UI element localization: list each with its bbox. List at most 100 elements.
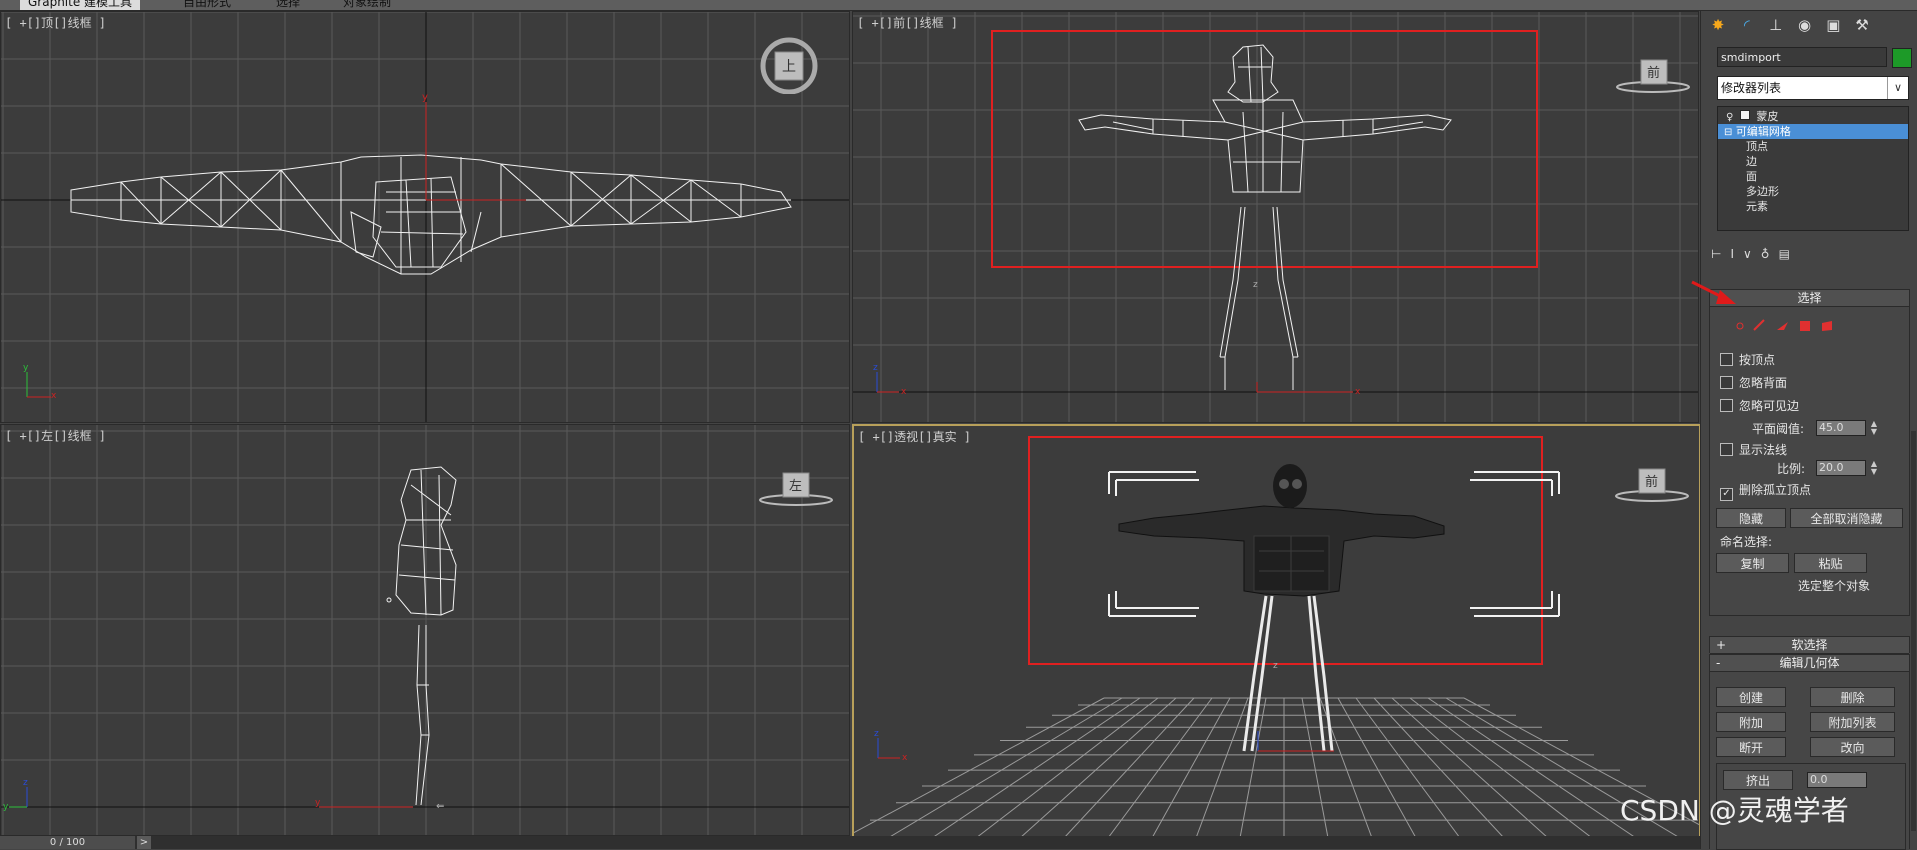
utilities-icon[interactable]: ⚒ xyxy=(1851,14,1873,36)
svg-text:y: y xyxy=(422,92,428,103)
tab-graphite-modeling[interactable]: Graphite 建模工具 xyxy=(20,0,141,10)
annotation-arrow xyxy=(1691,280,1736,304)
element-mode-icon[interactable] xyxy=(1822,321,1832,331)
planar-threshold-label: 平面阈值: xyxy=(1752,422,1805,436)
by-vertex-label: 按顶点 xyxy=(1739,353,1776,367)
command-panel-tabs: ✸ ◜ ⊥ ◉ ▣ ⚒ xyxy=(1707,14,1897,38)
stack-item-skin[interactable]: ♀ 蒙皮 xyxy=(1718,109,1908,124)
ignore-backfacing-checkbox[interactable]: 忽略背面 xyxy=(1720,375,1787,391)
lightbulb-icon[interactable]: ♀ xyxy=(1726,112,1733,123)
stack-item-editable-mesh[interactable]: ⊟ 可编辑网格 xyxy=(1718,124,1908,139)
viewport-perspective[interactable]: z z x [ +[]透视[]真实 ] 前 xyxy=(852,424,1701,840)
ignore-visible-edges-checkbox[interactable]: 忽略可见边 xyxy=(1720,398,1799,414)
soft-selection-rollout: + 软选择 xyxy=(1709,636,1910,654)
front-axis-z: z xyxy=(873,363,878,373)
hierarchy-icon[interactable]: ⊥ xyxy=(1765,14,1787,36)
viewcube-top[interactable]: 上 xyxy=(759,34,819,94)
by-vertex-checkbox[interactable]: 按顶点 xyxy=(1720,352,1775,368)
vertex-mode-icon[interactable] xyxy=(1736,322,1744,330)
delete-isolated-label: 删除孤立顶点 xyxy=(1739,483,1812,497)
polygon-mode-icon[interactable] xyxy=(1800,321,1810,331)
top-grid-svg: y y x xyxy=(1,12,849,422)
attach-list-button[interactable]: 附加列表 xyxy=(1810,712,1895,732)
top-wireframe-model xyxy=(70,154,792,275)
object-color-swatch[interactable] xyxy=(1892,48,1912,68)
modify-icon[interactable]: ◜ xyxy=(1736,14,1758,36)
viewcube-front[interactable]: 前 xyxy=(1613,52,1693,97)
stack-subitem-face[interactable]: 面 xyxy=(1718,169,1908,184)
viewport-top[interactable]: y y x [ +[]顶[]线框 ] 上 xyxy=(0,11,850,423)
subobject-icons xyxy=(1732,316,1842,334)
viewcube-perspective[interactable]: 前 xyxy=(1612,461,1692,506)
tab-object-paint[interactable]: 对象绘制 xyxy=(335,0,399,10)
viewcube-left-face: 左 xyxy=(789,479,803,494)
svg-text:⇐: ⇐ xyxy=(436,801,444,812)
top-axis-x: x xyxy=(51,391,57,401)
soft-selection-title[interactable]: + 软选择 xyxy=(1710,637,1909,654)
persp-viewport-label[interactable]: [ +[]透视[]真实 ] xyxy=(858,428,971,445)
create-button[interactable]: 创建 xyxy=(1716,687,1786,707)
remove-modifier-icon[interactable]: ♁ xyxy=(1761,247,1779,261)
front-viewport-label[interactable]: [ +[]前[]线框 ] xyxy=(857,14,958,31)
display-icon[interactable]: ▣ xyxy=(1822,14,1844,36)
turn-button[interactable]: 改向 xyxy=(1810,737,1895,757)
spinner-arrows-icon[interactable]: ▲ ▼ xyxy=(1869,460,1879,476)
viewport-left[interactable]: y ⇐ z y [ +[]左[]线框 ] 左 xyxy=(0,424,850,836)
time-slider[interactable]: 0 / 100 xyxy=(0,836,135,849)
extrude-value[interactable]: 0.0 xyxy=(1807,772,1867,788)
scale-value[interactable]: 20.0 xyxy=(1816,460,1866,476)
front-grid-svg: x z z x xyxy=(853,12,1698,422)
left-viewport-label[interactable]: [ +[]左[]线框 ] xyxy=(5,427,106,444)
tab-freeform[interactable]: 自由形式 xyxy=(175,0,239,10)
scale-label: 比例: xyxy=(1777,462,1806,476)
top-axis-y: y xyxy=(23,363,29,373)
extrude-button[interactable]: 挤出 xyxy=(1723,770,1793,790)
paste-button[interactable]: 粘贴 xyxy=(1794,553,1867,573)
front-wireframe-model xyxy=(1078,44,1452,390)
detach-button[interactable]: 断开 xyxy=(1716,737,1786,757)
delete-button[interactable]: 删除 xyxy=(1810,687,1895,707)
planar-threshold-value[interactable]: 45.0 xyxy=(1816,420,1866,436)
stack-subitem-polygon[interactable]: 多边形 xyxy=(1718,184,1908,199)
select-whole-object-label: 选定整个对象 xyxy=(1798,579,1871,593)
chevron-down-icon[interactable]: ∨ xyxy=(1887,77,1908,99)
stack-subitem-element[interactable]: 元素 xyxy=(1718,199,1908,214)
stack-item-label: 蒙皮 xyxy=(1756,110,1779,123)
unhide-all-button[interactable]: 全部取消隐藏 xyxy=(1790,508,1903,528)
copy-button[interactable]: 复制 xyxy=(1716,553,1789,573)
stack-subitem-edge[interactable]: 边 xyxy=(1718,154,1908,169)
command-panel: ✸ ◜ ⊥ ◉ ▣ ⚒ smdimport 修改器列表 ∨ ♀ 蒙皮 ⊟ 可编辑… xyxy=(1700,11,1917,850)
front-axis-x: x xyxy=(901,387,907,397)
watermark: CSDN @灵魂学者 xyxy=(1620,794,1849,827)
modifier-list-dropdown[interactable]: 修改器列表 ∨ xyxy=(1717,76,1909,100)
front-selection-box xyxy=(991,30,1538,268)
motion-icon[interactable]: ◉ xyxy=(1793,14,1815,36)
make-unique-icon[interactable]: ∨ xyxy=(1743,247,1761,261)
modifier-list-label: 修改器列表 xyxy=(1721,81,1782,95)
object-name-field[interactable]: smdimport xyxy=(1717,47,1887,67)
spinner-arrows-icon[interactable]: ▲ ▼ xyxy=(1869,420,1879,436)
pin-stack-icon[interactable]: ⊢ xyxy=(1711,247,1730,261)
expand-icon[interactable] xyxy=(1739,110,1750,120)
edge-mode-icon[interactable] xyxy=(1753,319,1765,331)
collapse-icon[interactable]: ⊟ xyxy=(1724,127,1732,138)
viewport-front[interactable]: x z z x [ +[]前[]线框 ] 前 xyxy=(852,11,1699,423)
top-viewport-label[interactable]: [ +[]顶[]线框 ] xyxy=(5,14,106,31)
edit-geometry-title[interactable]: - 编辑几何体 xyxy=(1710,655,1909,672)
viewcube-left[interactable]: 左 xyxy=(756,465,836,510)
timeline-bar: 0 / 100 > xyxy=(0,836,1705,849)
delete-isolated-checkbox[interactable]: ✓ 删除孤立顶点 xyxy=(1720,482,1812,501)
hide-button[interactable]: 隐藏 xyxy=(1716,508,1786,528)
viewcube-top-face: 上 xyxy=(782,59,796,75)
configure-sets-icon[interactable]: ▤ xyxy=(1779,247,1799,261)
create-icon[interactable]: ✸ xyxy=(1707,14,1729,36)
face-mode-icon[interactable] xyxy=(1777,322,1788,330)
next-frame-button[interactable]: > xyxy=(137,836,151,849)
left-wireframe-model xyxy=(386,466,457,806)
command-panel-scrollbar[interactable] xyxy=(1911,431,1916,831)
show-normals-checkbox[interactable]: 显示法线 xyxy=(1720,442,1787,458)
attach-button[interactable]: 附加 xyxy=(1716,712,1786,732)
stack-subitem-vertex[interactable]: 顶点 xyxy=(1718,139,1908,154)
tab-selection[interactable]: 选择 xyxy=(268,0,308,10)
show-end-result-icon[interactable]: Ι xyxy=(1730,247,1743,261)
